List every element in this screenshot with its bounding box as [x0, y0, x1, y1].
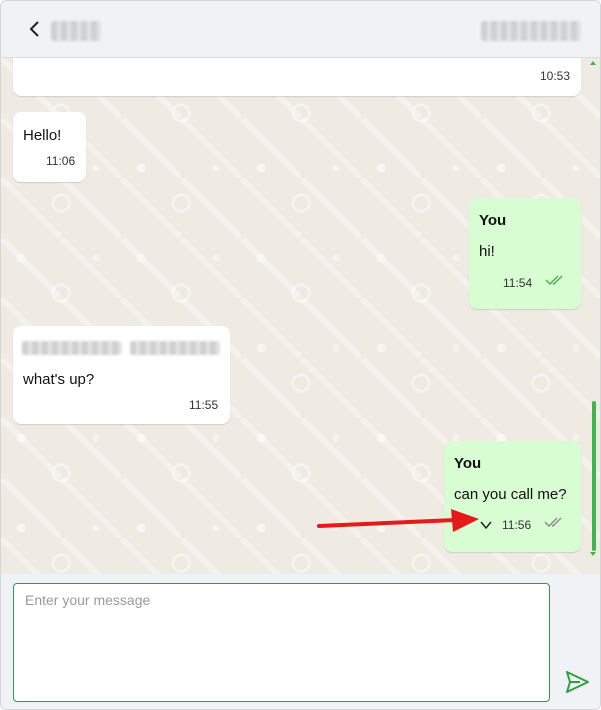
- chat-window: 10:53 Hello! 11:06 You hi! 11:54 what's …: [0, 0, 601, 710]
- message-time: 11:55: [189, 398, 219, 412]
- sender-phone-redacted: [130, 341, 220, 355]
- message-time: 11:56: [502, 518, 532, 532]
- double-check-icon: [544, 517, 562, 527]
- contact-phone-redacted: [481, 21, 581, 41]
- contact-name-redacted: [51, 21, 101, 41]
- chevron-left-icon: [29, 21, 39, 37]
- sender-name-redacted: [22, 341, 122, 355]
- chat-scrollbar[interactable]: [590, 58, 600, 574]
- message-composer: [1, 574, 600, 709]
- message-time: 10:53: [539, 69, 570, 83]
- message-text: can you call me?: [454, 486, 567, 503]
- back-button[interactable]: [23, 17, 47, 41]
- message-list[interactable]: 10:53 Hello! 11:06 You hi! 11:54 what's …: [1, 58, 600, 574]
- message-input[interactable]: [13, 583, 550, 702]
- message-bubble-incoming[interactable]: 10:53: [13, 58, 581, 96]
- double-check-icon: [545, 275, 563, 285]
- annotation-arrow-icon: [317, 509, 479, 532]
- scroll-thumb[interactable]: [592, 401, 596, 551]
- message-time: 11:06: [46, 154, 76, 168]
- send-button[interactable]: [562, 667, 592, 697]
- message-bubble-incoming[interactable]: what's up? 11:55: [13, 326, 230, 424]
- send-icon: [566, 671, 589, 693]
- chat-header: [1, 1, 600, 58]
- scroll-down-icon[interactable]: [590, 552, 596, 556]
- message-time: 11:54: [503, 276, 533, 290]
- message-text: hi!: [479, 243, 495, 260]
- message-sender: You: [454, 455, 482, 472]
- message-bubble-incoming[interactable]: Hello! 11:06: [13, 112, 86, 182]
- scroll-up-icon[interactable]: [590, 61, 596, 65]
- message-sender: You: [479, 212, 507, 229]
- message-text: what's up?: [23, 371, 95, 388]
- message-bubble-outgoing[interactable]: You hi! 11:54: [469, 198, 581, 309]
- message-text: Hello!: [23, 127, 62, 144]
